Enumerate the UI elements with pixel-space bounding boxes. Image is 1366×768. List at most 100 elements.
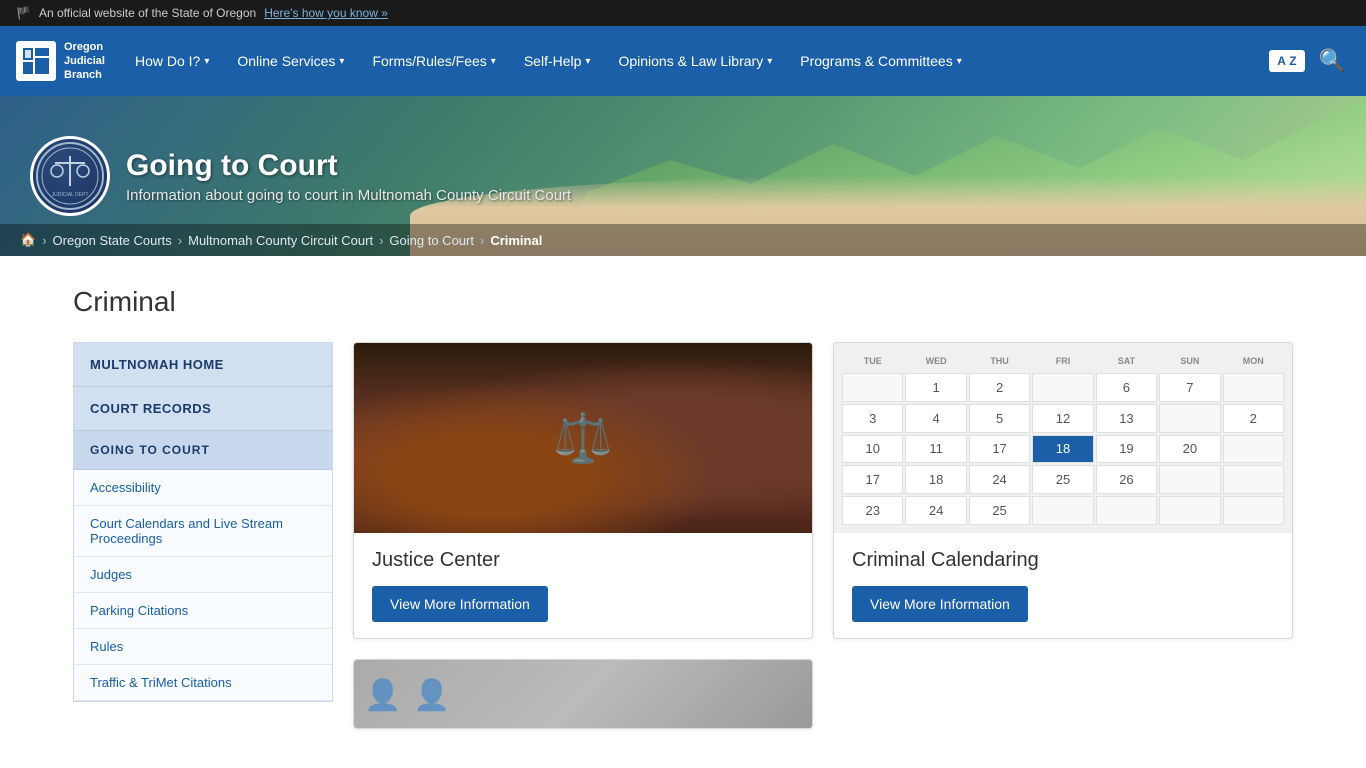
gov-bar-link[interactable]: Here's how you know » <box>264 6 388 20</box>
sidebar: MULTNOMAH HOME COURT RECORDS GOING TO CO… <box>73 342 333 702</box>
cal-day: 1 <box>905 373 966 402</box>
sidebar-court-records[interactable]: COURT RECORDS <box>74 387 332 431</box>
cal-header-thu: THU <box>969 351 1030 371</box>
nav-item-self-help[interactable]: Self-Help ▾ <box>510 26 605 96</box>
chevron-icon: ▾ <box>767 56 772 67</box>
cal-day: 13 <box>1096 404 1157 433</box>
sidebar-multnomah-home[interactable]: MULTNOMAH HOME <box>74 343 332 387</box>
svg-text:JUDICIAL DEPT: JUDICIAL DEPT <box>52 192 89 198</box>
sidebar-link-parking-citations[interactable]: Parking Citations <box>74 593 332 629</box>
person-icon-2: 👤 <box>413 678 450 713</box>
cal-header-mon: MON <box>1223 351 1284 371</box>
cal-day <box>1032 496 1093 525</box>
cards-grid: ⚖️ Justice Center View More Information … <box>353 342 1293 729</box>
cal-header-tue: TUE <box>842 351 903 371</box>
cal-day: 4 <box>905 404 966 433</box>
search-button[interactable]: 🔍 <box>1309 42 1356 80</box>
page-content: Criminal MULTNOMAH HOME COURT RECORDS GO… <box>53 256 1313 759</box>
card-criminal-calendaring-body: Criminal Calendaring View More Informati… <box>834 533 1292 638</box>
cal-header-wed: WED <box>905 351 966 371</box>
cal-header-sat: SAT <box>1096 351 1157 371</box>
chevron-icon: ▾ <box>585 56 590 67</box>
chevron-icon: ▾ <box>339 56 344 67</box>
logo-icon <box>16 41 56 81</box>
cal-day: 23 <box>842 496 903 525</box>
cal-day: 17 <box>969 435 1030 464</box>
translate-button[interactable]: A Z <box>1269 50 1304 72</box>
cal-day <box>1223 465 1284 494</box>
main-nav: Oregon Judicial Branch How Do I? ▾ Onlin… <box>0 26 1366 96</box>
nav-item-online-services[interactable]: Online Services ▾ <box>223 26 358 96</box>
cal-day: 6 <box>1096 373 1157 402</box>
cal-day: 11 <box>905 435 966 464</box>
nav-logo[interactable]: Oregon Judicial Branch <box>0 40 121 83</box>
cal-day <box>1223 435 1284 464</box>
card-criminal-calendaring: TUE WED THU FRI SAT SUN MON 1 2 6 7 <box>833 342 1293 639</box>
person-icon-1: 👤 <box>364 678 401 713</box>
card-criminal-calendaring-button[interactable]: View More Information <box>852 586 1028 622</box>
hero-title: Going to Court <box>126 149 571 183</box>
cal-day: 25 <box>1032 465 1093 494</box>
nav-item-how-do-i[interactable]: How Do I? ▾ <box>121 26 223 96</box>
nav-item-programs[interactable]: Programs & Committees ▾ <box>786 26 976 96</box>
judicial-seal: JUDICIAL DEPT <box>30 136 110 216</box>
card-justice-center-title: Justice Center <box>372 549 794 572</box>
card-criminal-calendaring-title: Criminal Calendaring <box>852 549 1274 572</box>
cal-day: 3 <box>842 404 903 433</box>
cal-day: 2 <box>969 373 1030 402</box>
sidebar-link-rules[interactable]: Rules <box>74 629 332 665</box>
hero-subtitle: Information about going to court in Mult… <box>126 187 571 204</box>
nav-item-opinions[interactable]: Opinions & Law Library ▾ <box>604 26 786 96</box>
cal-day-today: 18 <box>1032 435 1093 464</box>
flag-icon: 🏴 <box>16 6 31 20</box>
cal-day <box>1159 496 1220 525</box>
cal-day: 5 <box>969 404 1030 433</box>
cal-day: 7 <box>1159 373 1220 402</box>
sidebar-link-accessibility[interactable]: Accessibility <box>74 470 332 506</box>
chevron-icon: ▾ <box>491 56 496 67</box>
cal-day <box>1223 373 1284 402</box>
cal-day <box>842 373 903 402</box>
cal-day: 19 <box>1096 435 1157 464</box>
card-justice-center-image: ⚖️ <box>354 343 812 533</box>
card-justice-center: ⚖️ Justice Center View More Information <box>353 342 813 639</box>
card-partial-left: 👤 👤 <box>353 659 813 729</box>
cal-day <box>1159 404 1220 433</box>
search-icon: 🔍 <box>1319 48 1346 73</box>
hero-content: JUDICIAL DEPT Going to Court Information… <box>0 116 601 236</box>
chevron-icon: ▾ <box>957 56 962 67</box>
cal-header-sun: SUN <box>1159 351 1220 371</box>
nav-right: A Z 🔍 <box>1259 42 1366 80</box>
cal-day: 12 <box>1032 404 1093 433</box>
card-justice-center-button[interactable]: View More Information <box>372 586 548 622</box>
cal-day: 24 <box>905 496 966 525</box>
cal-day <box>1032 373 1093 402</box>
cal-day <box>1096 496 1157 525</box>
content-layout: MULTNOMAH HOME COURT RECORDS GOING TO CO… <box>73 342 1293 729</box>
cal-day: 20 <box>1159 435 1220 464</box>
cal-day: 2 <box>1223 404 1284 433</box>
hero-banner: JUDICIAL DEPT Going to Court Information… <box>0 96 1366 256</box>
logo-text: Oregon Judicial Branch <box>64 40 105 83</box>
sidebar-going-to-court-header: GOING TO COURT <box>74 431 332 470</box>
cal-day: 17 <box>842 465 903 494</box>
cal-day <box>1223 496 1284 525</box>
cal-day <box>1159 465 1220 494</box>
nav-item-forms[interactable]: Forms/Rules/Fees ▾ <box>358 26 509 96</box>
card-justice-center-body: Justice Center View More Information <box>354 533 812 638</box>
cal-day: 26 <box>1096 465 1157 494</box>
gov-bar-text: An official website of the State of Oreg… <box>39 6 256 20</box>
cal-day: 24 <box>969 465 1030 494</box>
scales-icon: ⚖️ <box>553 410 613 467</box>
cal-day: 10 <box>842 435 903 464</box>
card-criminal-calendaring-image: TUE WED THU FRI SAT SUN MON 1 2 6 7 <box>834 343 1292 533</box>
gov-bar: 🏴 An official website of the State of Or… <box>0 0 1366 26</box>
sidebar-link-traffic-citations[interactable]: Traffic & TriMet Citations <box>74 665 332 701</box>
chevron-icon: ▾ <box>204 56 209 67</box>
cal-day: 25 <box>969 496 1030 525</box>
sidebar-link-judges[interactable]: Judges <box>74 557 332 593</box>
sidebar-link-court-calendars[interactable]: Court Calendars and Live Stream Proceedi… <box>74 506 332 557</box>
nav-items: How Do I? ▾ Online Services ▾ Forms/Rule… <box>121 26 1259 96</box>
hero-text: Going to Court Information about going t… <box>126 149 571 204</box>
cal-header-fri: FRI <box>1032 351 1093 371</box>
